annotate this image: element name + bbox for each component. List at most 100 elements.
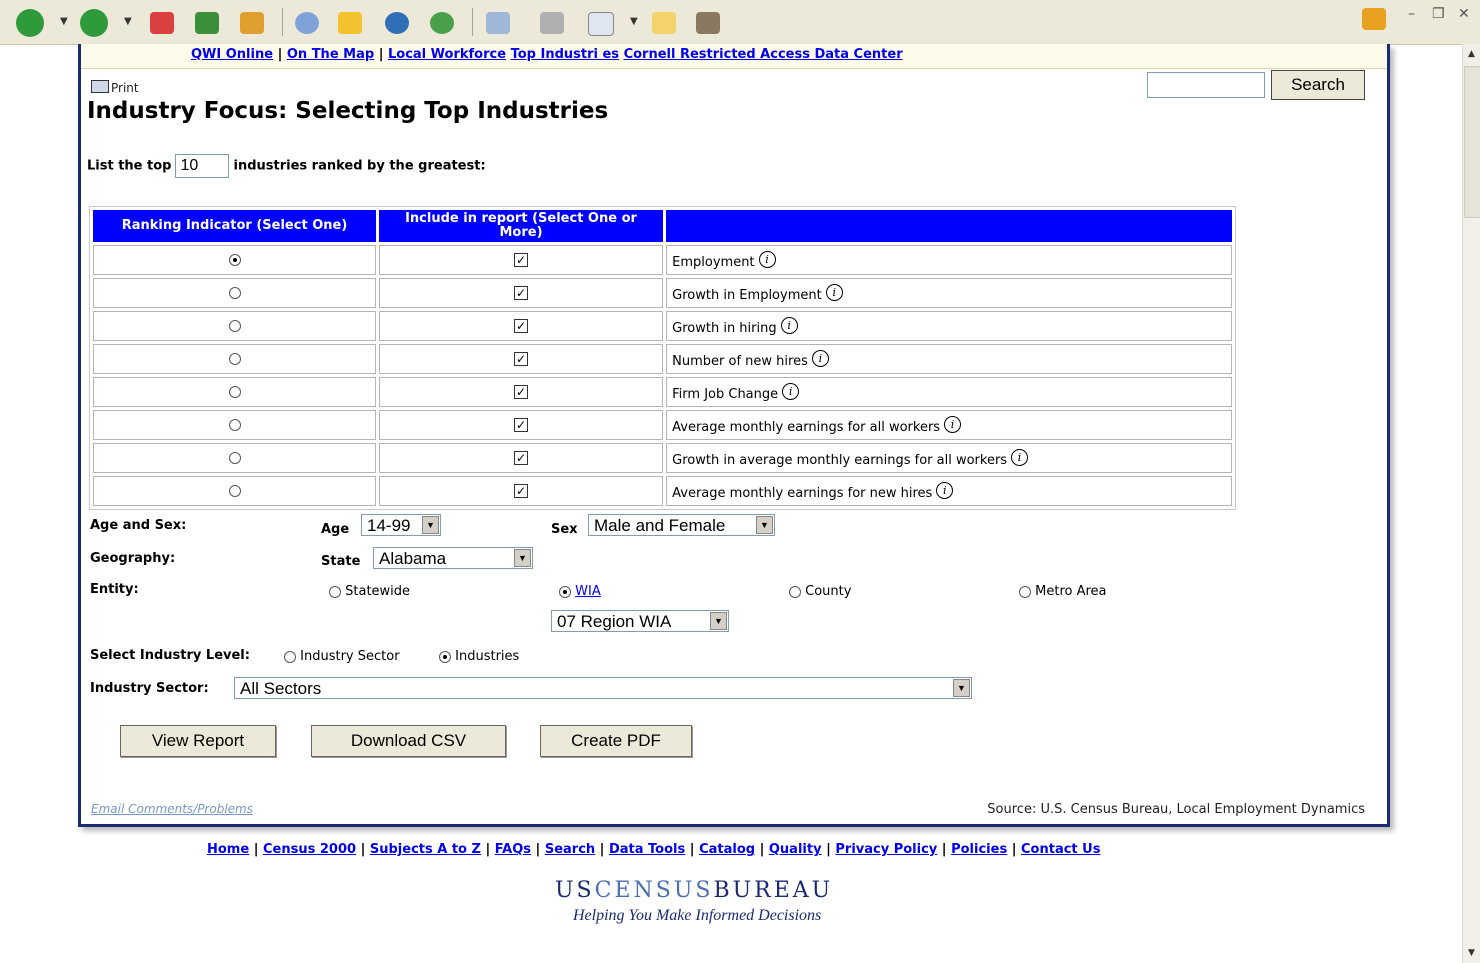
forward-icon[interactable] (80, 9, 108, 37)
level-industries-option[interactable]: Industries (439, 649, 519, 664)
nav-link-top-industries[interactable]: Top Industri es (511, 47, 619, 62)
radio-industries[interactable] (439, 650, 451, 663)
footer-link[interactable]: Privacy Policy (835, 842, 937, 857)
stop-icon[interactable] (150, 12, 174, 34)
vertical-scrollbar[interactable]: ▲ ▼ (1462, 44, 1480, 963)
sex-label: Sex (551, 522, 578, 537)
radio-metro[interactable] (1019, 585, 1031, 598)
sex-select[interactable]: Male and Female ▼ (588, 514, 775, 536)
include-checkbox[interactable]: ✓ (514, 484, 528, 498)
entity-wia-option[interactable]: WIA (559, 584, 601, 599)
forward-dropdown-icon[interactable]: ▼ (124, 16, 132, 27)
include-checkbox[interactable]: ✓ (514, 286, 528, 300)
level-sector-option[interactable]: Industry Sector (284, 649, 400, 664)
footer-link[interactable]: Data Tools (609, 842, 685, 857)
include-cell: ✓ (379, 476, 663, 506)
toolbar-separator (472, 8, 473, 36)
back-icon[interactable] (16, 9, 44, 37)
scroll-thumb[interactable] (1464, 66, 1480, 218)
home-icon[interactable] (240, 12, 264, 34)
folder-icon[interactable] (652, 12, 676, 34)
footer-link[interactable]: Policies (951, 842, 1007, 857)
close-icon[interactable]: ✕ (1458, 6, 1470, 22)
radio-statewide[interactable] (329, 585, 341, 598)
printer-icon (91, 80, 109, 93)
edit-icon[interactable] (588, 12, 614, 36)
footer-nav: Home | Census 2000 | Subjects A to Z | F… (207, 842, 1100, 857)
history-icon[interactable] (430, 12, 454, 34)
printer-icon[interactable] (540, 12, 564, 34)
include-checkbox[interactable]: ✓ (514, 418, 528, 432)
scroll-up-icon[interactable]: ▲ (1465, 48, 1478, 60)
back-dropdown-icon[interactable]: ▼ (60, 16, 68, 27)
top-count-input[interactable] (175, 154, 230, 178)
ranking-radio[interactable] (228, 485, 241, 497)
restore-icon[interactable]: ❐ (1432, 6, 1445, 22)
radio-wia[interactable] (559, 585, 571, 598)
info-icon[interactable]: i (811, 349, 829, 367)
include-checkbox[interactable]: ✓ (514, 451, 528, 465)
wia-link[interactable]: WIA (575, 584, 601, 599)
footer-link[interactable]: Catalog (699, 842, 755, 857)
info-icon[interactable]: i (1011, 448, 1029, 466)
nav-link-qwi[interactable]: QWI Online (191, 47, 273, 62)
include-checkbox[interactable]: ✓ (514, 352, 528, 366)
search-button[interactable]: Search (1271, 70, 1365, 100)
nav-link-local-workforce[interactable]: Local Workforce (388, 47, 506, 62)
footer-link[interactable]: Search (545, 842, 595, 857)
entity-county-option[interactable]: County (789, 584, 851, 599)
ranking-radio[interactable] (228, 353, 241, 365)
radio-county[interactable] (789, 585, 801, 598)
print-link[interactable]: Print (91, 80, 139, 95)
minimize-icon[interactable]: – (1408, 6, 1415, 22)
indicator-cell: Employment i (666, 245, 1232, 275)
ranking-radio[interactable] (228, 386, 241, 398)
info-icon[interactable]: i (936, 481, 954, 499)
state-select[interactable]: Alabama ▼ (373, 547, 533, 569)
entity-label: Entity: (90, 582, 139, 597)
include-checkbox[interactable]: ✓ (514, 319, 528, 333)
footer-link[interactable]: FAQs (495, 842, 531, 857)
info-icon[interactable]: i (825, 283, 843, 301)
research-icon[interactable] (696, 12, 720, 34)
create-pdf-button[interactable]: Create PDF (540, 725, 692, 757)
ranking-radio[interactable] (228, 287, 241, 299)
include-checkbox[interactable]: ✓ (514, 253, 528, 267)
footer-link[interactable]: Home (207, 842, 249, 857)
entity-metro-option[interactable]: Metro Area (1019, 584, 1107, 599)
view-report-button[interactable]: View Report (120, 725, 276, 757)
nav-link-on-the-map[interactable]: On The Map (287, 47, 374, 62)
footer-link[interactable]: Quality (769, 842, 822, 857)
metro-text: Metro Area (1035, 584, 1107, 599)
ranking-radio[interactable] (228, 254, 241, 266)
edit-dropdown-icon[interactable]: ▼ (630, 16, 638, 27)
email-comments-link[interactable]: Email Comments/Problems (91, 802, 253, 816)
footer-link[interactable]: Census 2000 (263, 842, 356, 857)
media-icon[interactable] (385, 12, 409, 34)
info-icon[interactable]: i (782, 382, 800, 400)
include-checkbox[interactable]: ✓ (514, 385, 528, 399)
ranking-radio[interactable] (228, 419, 241, 431)
download-csv-button[interactable]: Download CSV (311, 725, 506, 757)
age-label: Age (321, 522, 350, 537)
info-icon[interactable]: i (944, 415, 962, 433)
industry-sector-select[interactable]: All Sectors ▼ (234, 677, 972, 699)
state-value: Alabama (379, 549, 447, 568)
ranking-radio[interactable] (228, 452, 241, 464)
radio-industry-sector[interactable] (284, 650, 296, 663)
footer-link[interactable]: Subjects A to Z (370, 842, 481, 857)
info-icon[interactable]: i (758, 250, 776, 268)
search-input[interactable] (1147, 72, 1265, 98)
mail-icon[interactable] (486, 12, 510, 34)
refresh-icon[interactable] (195, 12, 219, 34)
scroll-down-icon[interactable]: ▼ (1465, 947, 1478, 959)
wia-select[interactable]: 07 Region WIA ▼ (551, 610, 729, 632)
age-select[interactable]: 14-99 ▼ (361, 514, 441, 536)
nav-link-cornell[interactable]: Cornell Restricted Access Data Center (624, 47, 903, 62)
info-icon[interactable]: i (780, 316, 798, 334)
footer-link[interactable]: Contact Us (1021, 842, 1100, 857)
entity-statewide-option[interactable]: Statewide (329, 584, 410, 599)
search-icon[interactable] (295, 12, 319, 34)
favorites-icon[interactable] (338, 12, 362, 34)
ranking-radio[interactable] (228, 320, 241, 332)
